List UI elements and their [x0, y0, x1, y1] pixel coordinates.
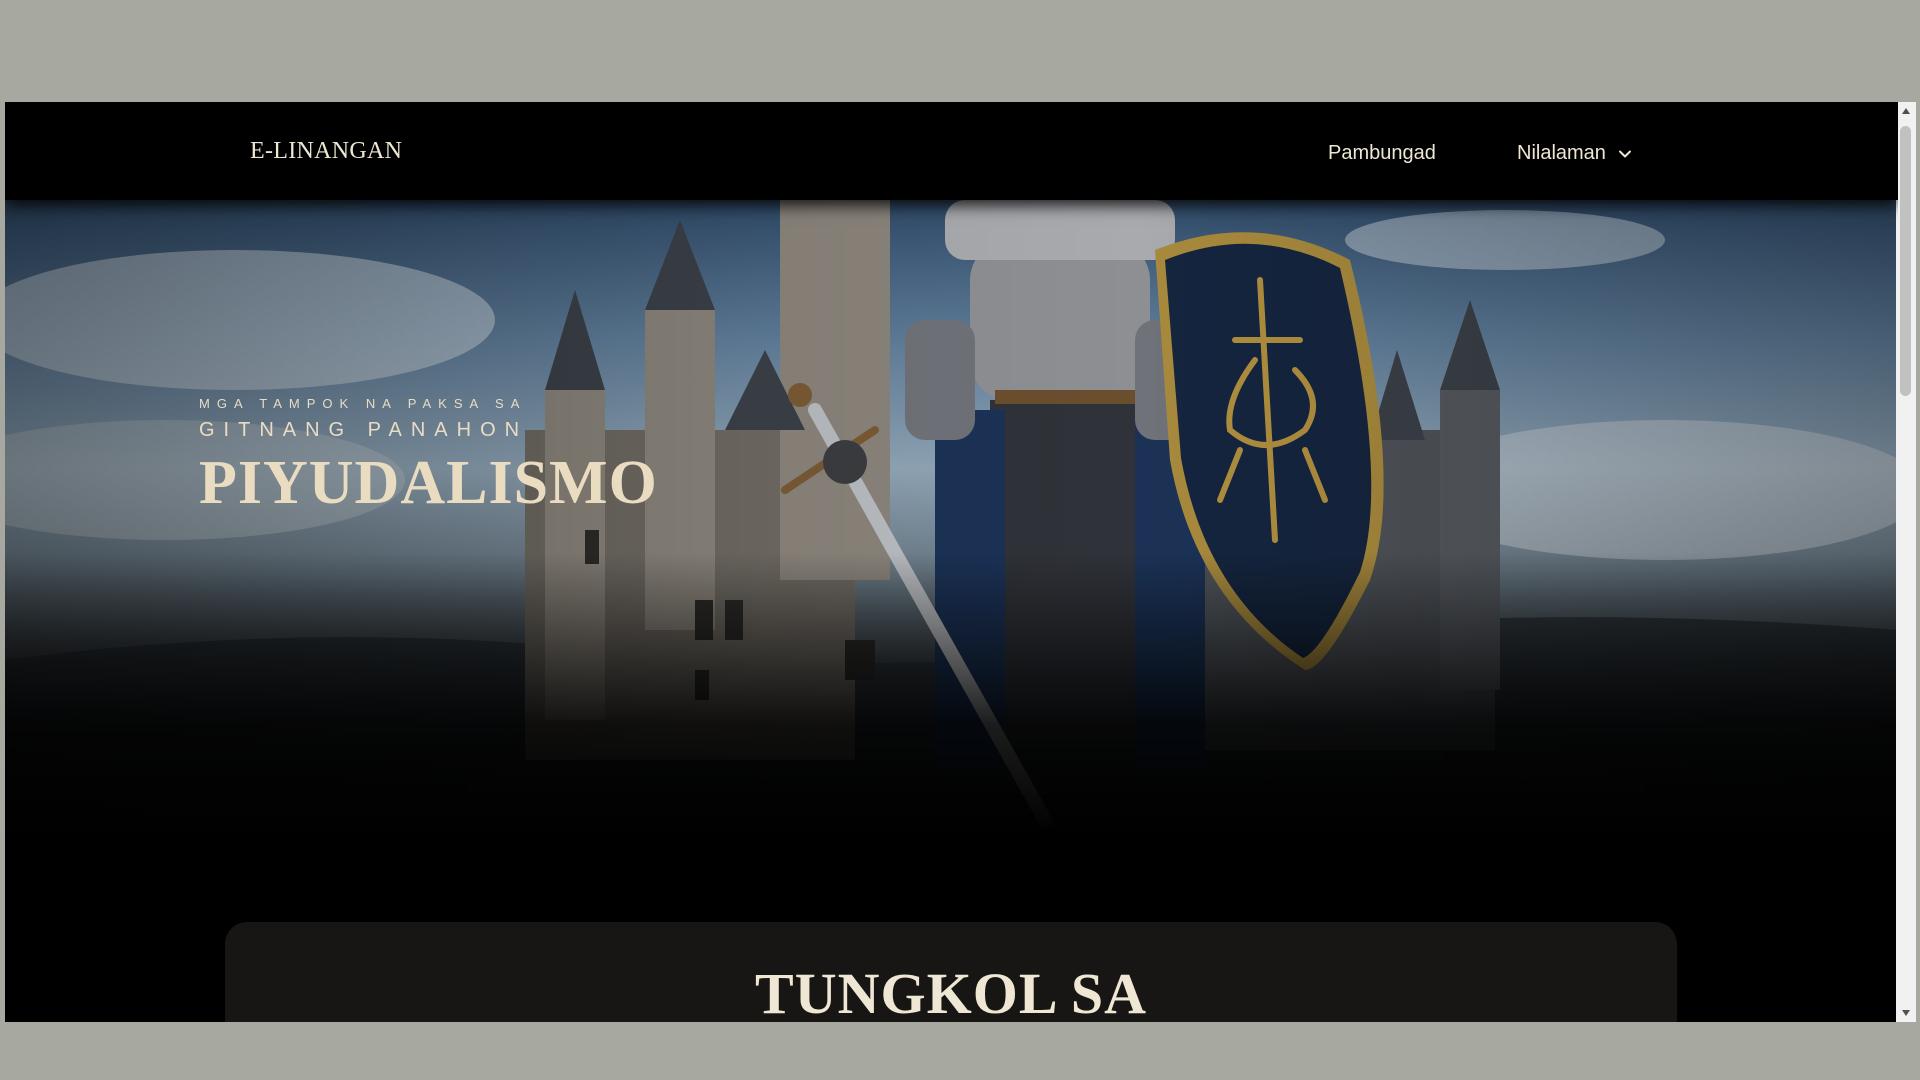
hero-title: PIYUDALISMO — [199, 449, 658, 517]
hero-kicker-small: MGA TAMPOK NA PAKSA SA — [199, 396, 527, 411]
page-viewport: E-LINANGAN Pambungad Nilalaman MGA TAMPO… — [5, 102, 1898, 1022]
site-brand[interactable]: E-LINANGAN — [250, 138, 402, 165]
vertical-scrollbar[interactable] — [1896, 102, 1916, 1022]
scrollbar-thumb[interactable] — [1900, 126, 1911, 396]
about-section-title: TUNGKOL SA — [755, 961, 1147, 1022]
hero-kicker-large: GITNANG PANAHON — [199, 419, 529, 441]
hero-overlay — [5, 200, 1898, 840]
browser-window: E-LINANGAN Pambungad Nilalaman MGA TAMPO… — [5, 102, 1898, 1022]
nav-dropdown-label: Nilalaman — [1517, 142, 1606, 164]
hero-banner: MGA TAMPOK NA PAKSA SA GITNANG PANAHON P… — [5, 200, 1898, 840]
navbar: E-LINANGAN Pambungad Nilalaman — [5, 102, 1898, 200]
nav-link-pambungad[interactable]: Pambungad — [1328, 142, 1436, 165]
chevron-down-icon — [1618, 150, 1631, 157]
about-section-card: TUNGKOL SA — [225, 922, 1677, 1022]
hero-text: MGA TAMPOK NA PAKSA SA GITNANG PANAHON P… — [199, 396, 658, 519]
scroll-down-arrow-icon[interactable] — [1896, 1004, 1916, 1022]
scroll-up-arrow-icon[interactable] — [1896, 102, 1916, 120]
nav-dropdown-nilalaman[interactable]: Nilalaman — [1517, 142, 1632, 165]
